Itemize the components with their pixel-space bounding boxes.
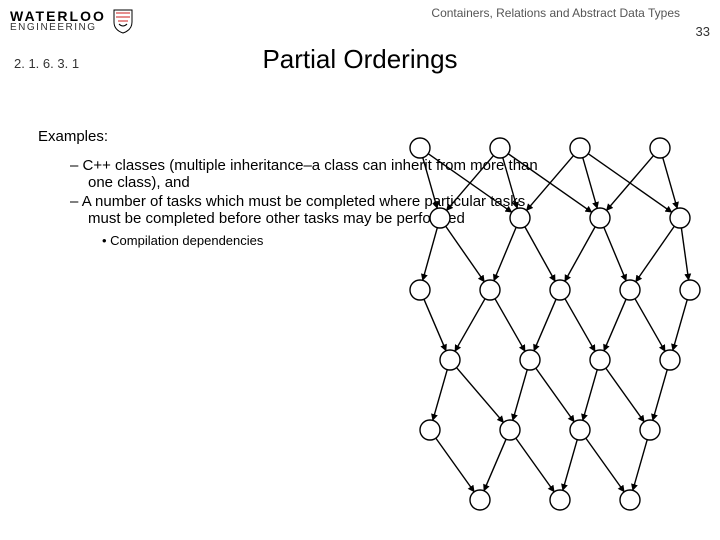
logo-wordmark-bottom: ENGINEERING	[10, 23, 106, 33]
page-number: 33	[696, 24, 710, 39]
crest-icon	[112, 8, 134, 34]
partial-order-diagram	[380, 130, 720, 530]
logo: WATERLOO ENGINEERING	[10, 8, 134, 34]
page-title: Partial Orderings	[0, 44, 720, 75]
logo-wordmark-top: WATERLOO	[10, 9, 106, 23]
breadcrumb: Containers, Relations and Abstract Data …	[431, 6, 680, 20]
logo-wordmark: WATERLOO ENGINEERING	[10, 9, 106, 33]
